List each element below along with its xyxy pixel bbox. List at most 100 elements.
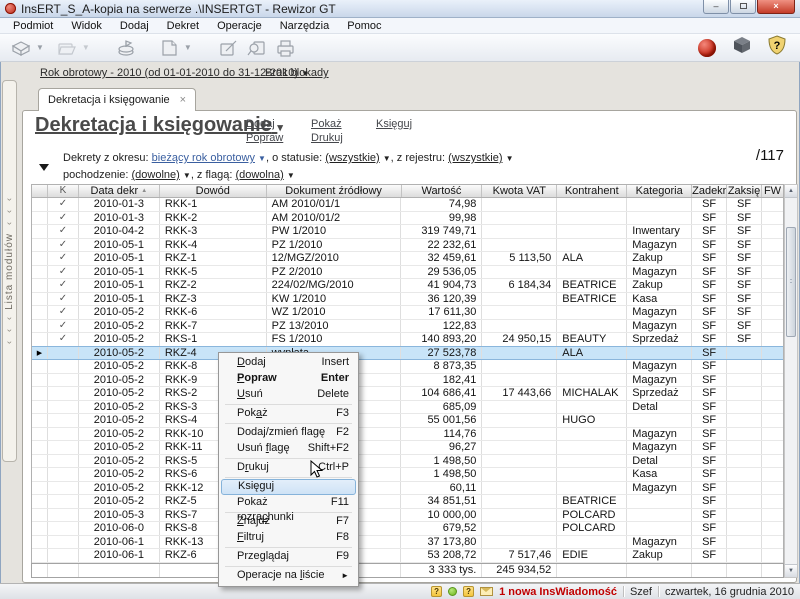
filter-collapse-icon[interactable] (39, 164, 49, 171)
help-icon[interactable]: ? (431, 586, 442, 597)
col-indicator[interactable] (32, 185, 48, 197)
maximize-button[interactable] (730, 0, 756, 14)
col-kategoria[interactable]: Kategoria (627, 185, 692, 197)
help-icon[interactable]: ? (463, 586, 474, 597)
module-list-strip[interactable]: › › › Lista modułów › › › (2, 80, 17, 462)
mail-icon[interactable] (480, 587, 493, 596)
filter-register-link[interactable]: (wszystkie) (448, 152, 502, 164)
context-menu-item[interactable]: PokażF3 (221, 406, 356, 422)
context-menu-item[interactable]: Księguj (221, 479, 356, 495)
table-row[interactable]: 2010-05-2RKK-1260,11MagazynSF (32, 482, 783, 496)
context-menu-item[interactable]: FiltrujF8 (221, 530, 356, 546)
new-document-icon[interactable] (8, 36, 34, 60)
table-row-selected[interactable]: ▶2010-05-2RKZ-4wypłata27 523,78ALASF (32, 346, 783, 361)
context-menu-item[interactable]: DodajInsert (221, 355, 356, 371)
minimize-button[interactable]: – (703, 0, 729, 14)
table-row[interactable]: 2010-05-2RKS-51 498,50DetalSF (32, 455, 783, 469)
table-row[interactable]: ✓2010-05-1RKZ-2224/02/MG/201041 904,736 … (32, 279, 783, 293)
chevron-down-icon[interactable]: ▼ (36, 43, 44, 52)
filter-origin-link[interactable]: (dowolne) (132, 169, 180, 181)
insmessage-notice[interactable]: 1 nowa InsWiadomość (499, 586, 617, 598)
table-row[interactable]: ✓2010-01-3RKK-1AM 2010/01/174,98SFSF (32, 198, 783, 212)
table-row[interactable]: 2010-06-1RKZ-653 208,727 517,46EDIEZakup… (32, 549, 783, 563)
module-cube-icon[interactable] (732, 35, 752, 60)
col-k[interactable]: K (48, 185, 79, 197)
note-icon[interactable] (156, 36, 182, 60)
table-row[interactable]: 2010-05-2RKZ-534 851,51BEATRICESF (32, 495, 783, 509)
context-menu-item[interactable]: Pokaż rozrachunkiF11 (221, 495, 356, 511)
context-menu-item[interactable]: Usuń flagęShift+F2 (221, 441, 356, 457)
tab-dekretacja[interactable]: Dekretacja i księgowanie × (38, 88, 196, 111)
table-row[interactable]: 2010-05-2RKK-88 873,35MagazynSF (32, 360, 783, 374)
vertical-scrollbar[interactable]: ▲ ▼ (784, 184, 798, 578)
col-dowod[interactable]: Dowód (160, 185, 267, 197)
filter-flag-link[interactable]: (dowolna) (235, 169, 283, 181)
col-kwota-vat[interactable]: Kwota VAT (482, 185, 557, 197)
table-row[interactable]: 2010-05-3RKS-710 000,00POLCARDSF (32, 509, 783, 523)
chevron-icon: › (7, 198, 12, 201)
menu-narzedzia[interactable]: Narzędzia (271, 18, 339, 34)
action-drukuj-link[interactable]: Drukuj (311, 131, 343, 145)
menu-dodaj[interactable]: Dodaj (111, 18, 158, 34)
table-row[interactable]: ✓2010-05-2RKS-1FS 1/2010140 893,2024 950… (32, 333, 783, 347)
col-dokument[interactable]: Dokument źródłowy (267, 185, 402, 197)
table-row[interactable]: 2010-05-2RKS-61 498,50KasaSF (32, 468, 783, 482)
menu-podmiot[interactable]: Podmiot (4, 18, 62, 34)
lock-state-link[interactable]: Brak blokady (265, 67, 329, 79)
table-row[interactable]: 2010-05-2RKK-9182,41MagazynSF (32, 374, 783, 388)
table-row[interactable]: ✓2010-05-2RKK-6WZ 1/201017 611,30Magazyn… (32, 306, 783, 320)
context-menu-item[interactable]: Operacje na liście► (221, 568, 356, 584)
table-row[interactable]: 2010-05-2RKS-455 001,56HUGOSF (32, 414, 783, 428)
action-dodaj-link[interactable]: Dodaj (246, 117, 283, 131)
filter-status-link[interactable]: (wszystkie) (325, 152, 379, 164)
table-row[interactable]: 2010-05-2RKK-10114,76MagazynSF (32, 428, 783, 442)
col-zaksie[interactable]: Zaksię (727, 185, 762, 197)
menu-pomoc[interactable]: Pomoc (338, 18, 390, 34)
title-bar[interactable]: InsERT_S_A-kopia na serwerze .\INSERTGT … (0, 0, 800, 18)
table-row[interactable]: ✓2010-05-1RKK-5PZ 2/201029 536,05Magazyn… (32, 266, 783, 280)
fiscal-year-link[interactable]: Rok obrotowy - 2010 (od 01-01-2010 do 31… (40, 67, 298, 79)
table-row[interactable]: ✓2010-01-3RKK-2AM 2010/01/299,98SFSF (32, 212, 783, 226)
context-menu-item[interactable]: PoprawEnter (221, 371, 356, 387)
table-row[interactable]: ✓2010-04-2RKK-3PW 1/2010319 749,71Inwent… (32, 225, 783, 239)
col-data-dekr[interactable]: Data dekr ▲ (79, 185, 160, 197)
open-folder-icon[interactable] (54, 36, 80, 60)
col-wartosc[interactable]: Wartość (402, 185, 483, 197)
edit-icon[interactable] (216, 36, 242, 60)
table-row[interactable]: ✓2010-05-1RKZ-112/MGZ/201032 459,615 113… (32, 252, 783, 266)
context-menu-item[interactable]: Dodaj/zmień flagęF2 (221, 425, 356, 441)
table-row[interactable]: ✓2010-05-2RKK-7PZ 13/2010122,83MagazynSF… (32, 320, 783, 334)
table-row[interactable]: 2010-05-2RKS-3685,09DetalSF (32, 401, 783, 415)
table-row[interactable]: ✓2010-05-1RKK-4PZ 1/201022 232,61Magazyn… (32, 239, 783, 253)
action-pokaz-link[interactable]: Pokaż (311, 117, 343, 131)
chevron-down-icon[interactable]: ▼ (82, 43, 90, 52)
tab-close-icon[interactable]: × (180, 95, 186, 106)
context-menu-item[interactable]: UsuńDelete (221, 387, 356, 403)
printer-icon[interactable] (272, 36, 298, 60)
col-zadekr[interactable]: Zadekr (692, 185, 727, 197)
close-button[interactable]: × (757, 0, 795, 14)
menu-dekret[interactable]: Dekret (158, 18, 208, 34)
help-shield-icon[interactable]: ? (768, 35, 786, 60)
table-row[interactable]: 2010-05-2RKK-1196,27MagazynSF (32, 441, 783, 455)
table-row[interactable]: 2010-05-2RKS-2104 686,4117 443,66MICHALA… (32, 387, 783, 401)
action-ksieguj-link[interactable]: Księguj (376, 117, 412, 131)
menu-operacje[interactable]: Operacje (208, 18, 271, 34)
action-popraw-link[interactable]: Popraw (246, 131, 283, 145)
table-row[interactable]: 2010-06-0RKS-8679,52POLCARDSF (32, 522, 783, 536)
scroll-up-icon[interactable]: ▲ (785, 185, 797, 198)
context-menu-item[interactable]: PrzeglądajF9 (221, 549, 356, 565)
table-row[interactable]: ✓2010-05-1RKZ-3KW 1/201036 120,39BEATRIC… (32, 293, 783, 307)
search-icon[interactable] (244, 36, 270, 60)
col-kontrahent[interactable]: Kontrahent (557, 185, 627, 197)
context-menu-item[interactable]: DrukujCtrl+P (221, 460, 356, 476)
money-icon[interactable] (114, 36, 140, 60)
filter-period-link[interactable]: bieżący rok obrotowy (152, 152, 255, 164)
insert-logo-icon[interactable] (698, 39, 716, 57)
table-row[interactable]: 2010-06-1RKK-1337 173,80MagazynSF (32, 536, 783, 550)
scroll-down-icon[interactable]: ▼ (785, 564, 797, 577)
menu-widok[interactable]: Widok (62, 18, 111, 34)
scroll-thumb[interactable] (786, 227, 796, 337)
chevron-down-icon[interactable]: ▼ (184, 43, 192, 52)
col-fw[interactable]: FW (762, 185, 783, 197)
